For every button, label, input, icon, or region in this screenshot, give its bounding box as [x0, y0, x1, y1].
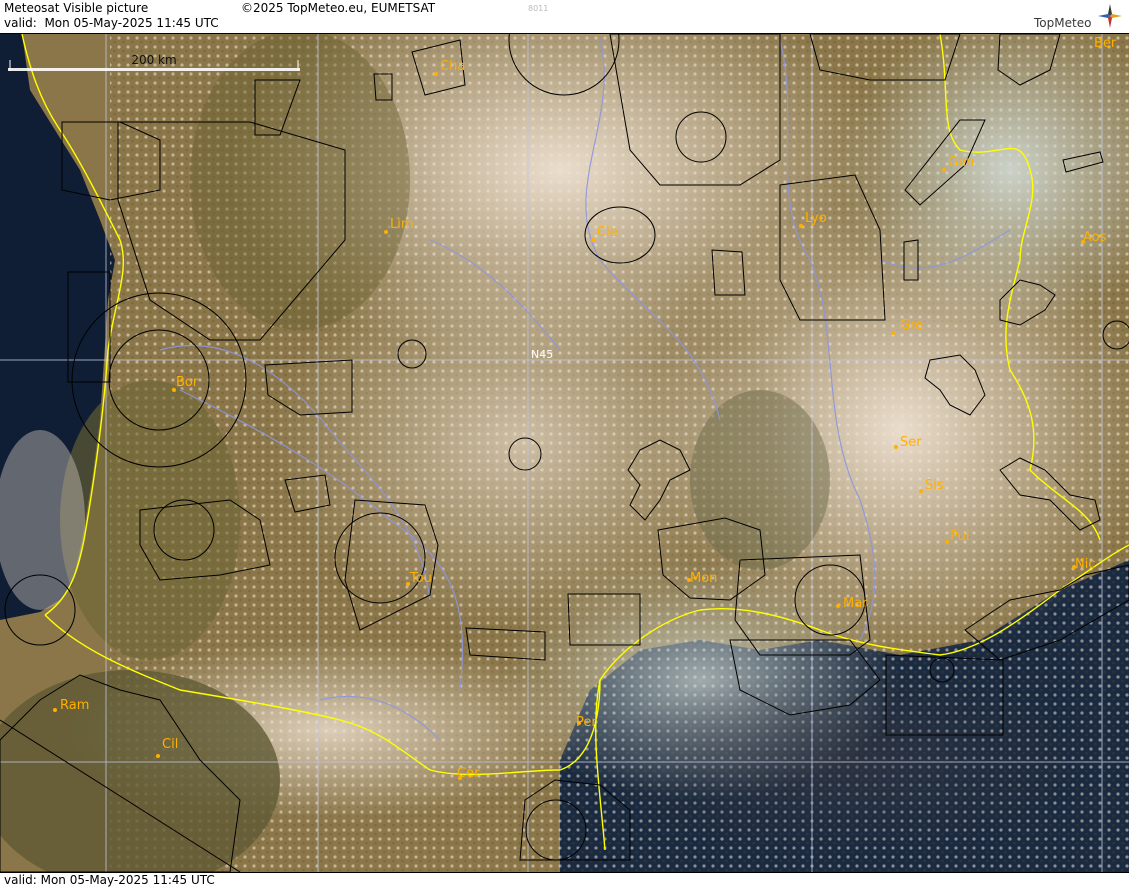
city-sis: Sis [925, 478, 944, 493]
city-cle: Cle [597, 225, 618, 240]
land-cevennes [690, 390, 830, 570]
scale-bar-label: 200 km [131, 53, 176, 67]
city-bor: Bor [176, 375, 199, 390]
map-canvas: 200 km N45 Cha Lim Cle Lyo Gen Ber Aos G… [0, 34, 1129, 872]
compass-star-icon [1098, 4, 1122, 28]
topmeteo-logo-text: TopMeteo [1034, 16, 1092, 30]
city-mar: Mar [843, 596, 868, 611]
valid-time-top: valid: Mon 05-May-2025 11:45 UTC [4, 16, 219, 30]
image-code: 8011 [528, 4, 549, 13]
map-footer: valid: Mon 05-May-2025 11:45 UTC [0, 872, 1129, 888]
map-header: Meteosat Visible picture valid: Mon 05-M… [0, 0, 1129, 34]
city-per: Per [576, 715, 597, 730]
map-title: Meteosat Visible picture [4, 1, 149, 15]
city-tou: Tou [409, 571, 432, 586]
cloud-mass-med [600, 670, 1080, 850]
valid-value: Mon 05-May-2025 11:45 UTC [44, 16, 219, 30]
copyright-text: ©2025 TopMeteo.eu, EUMETSAT [241, 1, 436, 15]
city-gen: Gen [948, 155, 974, 170]
city-lyo: Lyo [805, 211, 827, 226]
city-mon: Mon [690, 571, 717, 586]
city-gre: Gre [900, 318, 923, 333]
city-lim: Lim [390, 217, 414, 232]
city-cha: Cha [440, 59, 465, 74]
city-cil: Cil [162, 737, 178, 752]
city-cer: Cer [457, 766, 480, 781]
city-ber: Ber [1094, 36, 1117, 51]
city-nic: Nic [1075, 557, 1095, 572]
city-ser: Ser [900, 435, 922, 450]
valid-time-bottom: valid: Mon 05-May-2025 11:45 UTC [4, 873, 215, 887]
city-ram: Ram [60, 698, 89, 713]
grid-label-n45: N45 [531, 348, 553, 361]
city-pui: Pui [950, 529, 969, 544]
city-aos: Aos [1083, 230, 1107, 245]
satellite-map[interactable]: 200 km N45 Cha Lim Cle Lyo Gen Ber Aos G… [0, 34, 1129, 872]
valid-label: valid: [4, 16, 37, 30]
land-limousin [190, 34, 410, 330]
